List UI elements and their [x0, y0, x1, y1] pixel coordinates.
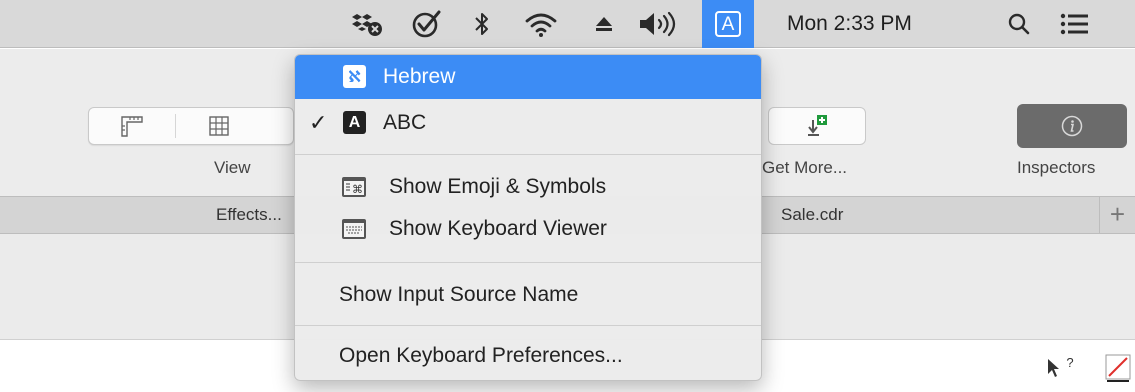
menu-separator	[295, 262, 761, 263]
notification-center-icon[interactable]	[1058, 10, 1092, 38]
menu-separator	[295, 325, 761, 326]
hebrew-input-icon: ℵ	[343, 65, 366, 88]
input-source-letter: A	[715, 11, 741, 37]
menu-item-abc[interactable]: ✓ A ABC	[295, 101, 761, 145]
no-fill-swatch[interactable]	[1100, 353, 1135, 383]
view-segmented-control[interactable]	[88, 107, 294, 145]
input-source-icon[interactable]: A	[702, 0, 754, 48]
svg-text:⌘: ⌘	[352, 183, 363, 196]
info-icon	[1061, 115, 1083, 137]
add-tab-button[interactable]: +	[1100, 196, 1135, 234]
tab-sale-cdr[interactable]: Sale.cdr	[781, 196, 843, 234]
rulers-icon	[121, 116, 143, 137]
menu-item-label: ABC	[383, 111, 427, 134]
wifi-icon[interactable]	[522, 10, 560, 38]
menu-item-label: Open Keyboard Preferences...	[339, 344, 623, 367]
abc-input-icon: A	[343, 111, 366, 134]
help-cursor-mark: ?	[1066, 354, 1074, 370]
menu-item-show-emoji[interactable]: ⌘ Show Emoji & Symbols	[295, 165, 761, 209]
menu-separator	[295, 154, 761, 155]
checkmark-circle-icon[interactable]	[410, 10, 444, 38]
volume-icon[interactable]	[636, 10, 684, 38]
get-more-label: Get More...	[762, 158, 848, 177]
rulers-view-button[interactable]	[89, 108, 175, 144]
download-add-icon	[808, 115, 827, 136]
keyboard-viewer-icon	[342, 219, 366, 239]
menu-item-label: Show Input Source Name	[339, 283, 579, 306]
menu-item-show-keyboard-viewer[interactable]: Show Keyboard Viewer	[295, 207, 761, 251]
inspectors-button[interactable]	[1017, 104, 1127, 148]
bluetooth-icon[interactable]	[470, 10, 494, 38]
menu-item-label: Hebrew	[383, 65, 456, 88]
menu-item-label: Show Emoji & Symbols	[389, 175, 607, 198]
menu-item-label: Show Keyboard Viewer	[389, 217, 607, 240]
menu-item-show-input-source-name[interactable]: Show Input Source Name	[295, 273, 761, 317]
menu-item-hebrew[interactable]: ℵ Hebrew	[295, 55, 761, 99]
grid-icon	[209, 116, 229, 136]
menu-item-open-keyboard-preferences[interactable]: Open Keyboard Preferences...	[295, 334, 761, 378]
emoji-symbols-icon: ⌘	[342, 177, 366, 197]
get-more-button[interactable]	[768, 107, 866, 145]
inspectors-label: Inspectors	[1017, 158, 1096, 177]
view-label: View	[214, 158, 251, 177]
eject-icon[interactable]	[592, 10, 616, 38]
dropbox-sync-icon[interactable]	[350, 10, 386, 38]
menubar-clock[interactable]: Mon 2:33 PM	[787, 0, 912, 48]
spotlight-search-icon[interactable]	[1004, 10, 1034, 38]
checkmark-icon: ✓	[309, 110, 328, 135]
grid-view-button[interactable]	[176, 108, 262, 144]
menu-bar: A Mon 2:33 PM	[0, 0, 1135, 48]
tab-effects[interactable]: Effects...	[216, 196, 282, 234]
input-source-menu: ℵ Hebrew ✓ A ABC ⌘ Show Emoji & Symbols …	[294, 54, 762, 381]
help-cursor-icon[interactable]: ?	[1042, 353, 1078, 383]
no-color-icon	[1105, 354, 1130, 382]
